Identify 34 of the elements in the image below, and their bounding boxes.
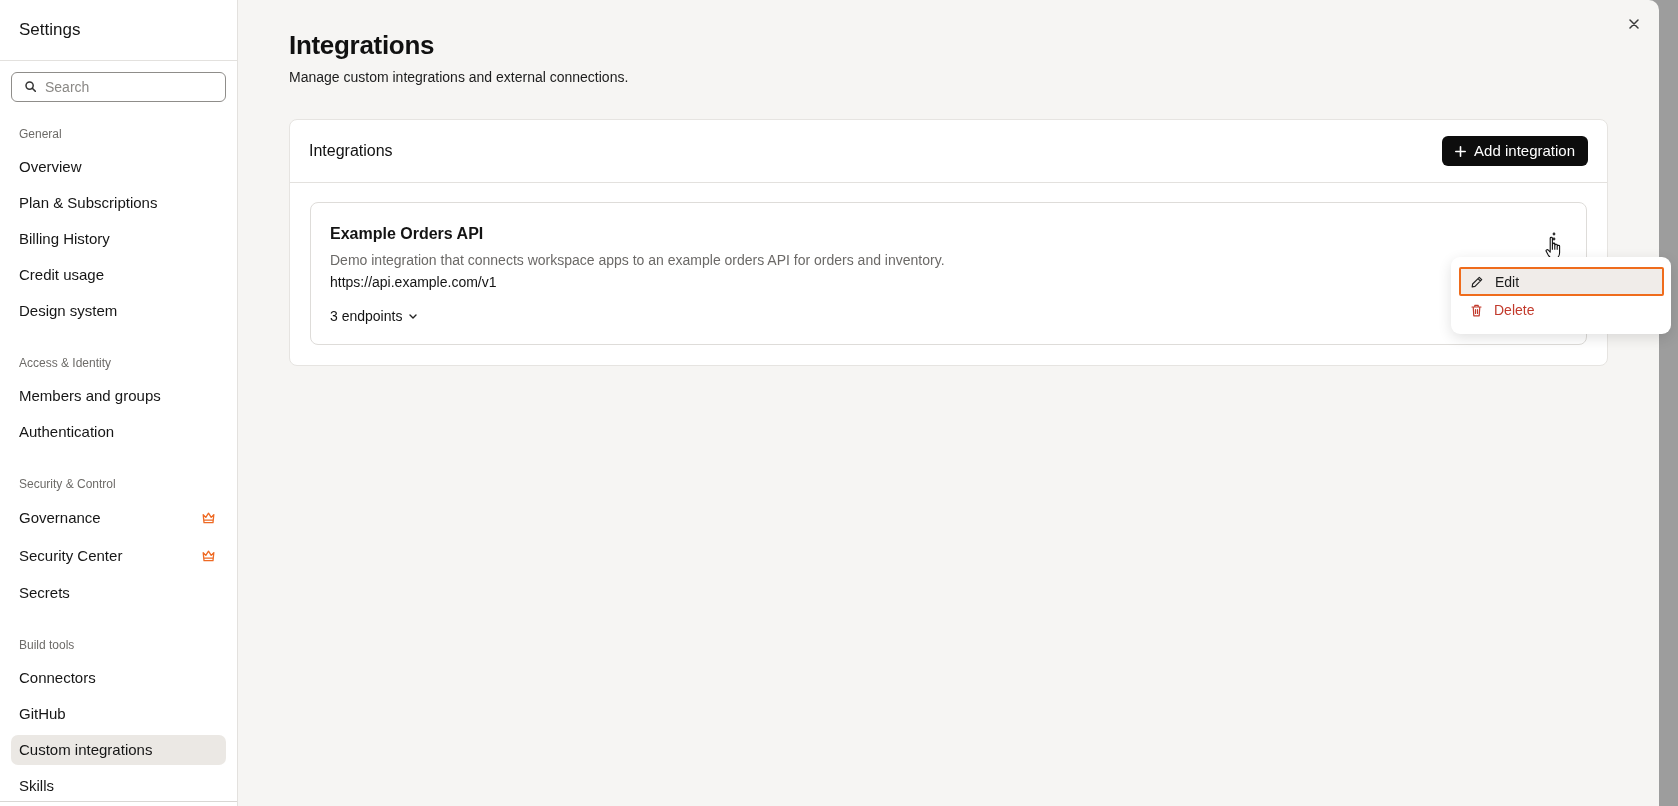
- close-icon: [1629, 19, 1639, 29]
- sidebar-item[interactable]: Design system: [11, 296, 226, 326]
- plus-icon: [1455, 145, 1467, 157]
- section-heading: General: [18, 126, 63, 143]
- sidebar-item[interactable]: Credit usage: [11, 260, 226, 290]
- sidebar-item[interactable]: Members and groups: [11, 381, 226, 411]
- sidebar-title: Settings: [19, 19, 81, 41]
- integration-name: Example Orders API: [330, 224, 484, 244]
- integration-url: https://api.example.com/v1: [330, 273, 497, 292]
- search-field[interactable]: Search: [11, 72, 226, 102]
- sidebar-item[interactable]: Plan & Subscriptions: [11, 188, 226, 218]
- add-integration-button[interactable]: Add integration: [1442, 136, 1588, 166]
- endpoints-toggle[interactable]: 3 endpoints: [330, 306, 418, 326]
- section-heading: Access & Identity: [18, 355, 113, 372]
- sidebar-item[interactable]: Connectors: [11, 663, 226, 693]
- section-heading: Build tools: [18, 637, 76, 654]
- trash-icon: [1471, 303, 1482, 317]
- sidebar-item[interactable]: Billing History: [11, 224, 226, 254]
- sidebar-item[interactable]: Secrets: [11, 578, 226, 608]
- sidebar-item[interactable]: Overview: [11, 152, 226, 182]
- sidebar-item[interactable]: Security Center: [11, 540, 226, 572]
- sidebar-item[interactable]: GitHub: [11, 699, 226, 729]
- page-subtitle: Manage custom integrations and external connections.: [289, 68, 629, 87]
- sidebar-item[interactable]: Governance: [11, 502, 226, 534]
- sidebar-item[interactable]: Custom integrations: [11, 735, 226, 765]
- page-title: Integrations: [289, 29, 435, 61]
- sidebar-item[interactable]: Authentication: [11, 417, 226, 447]
- sidebar-item[interactable]: Skills: [11, 771, 226, 801]
- search-icon: [25, 81, 36, 92]
- section-heading: Security & Control: [18, 476, 117, 493]
- panel-title: Integrations: [309, 141, 393, 161]
- menu-item[interactable]: Edit: [1459, 267, 1664, 296]
- pencil-icon: [1471, 275, 1483, 288]
- integration-description: Demo integration that connects workspace apps to an example orders API for orders and inventory.: [330, 251, 945, 270]
